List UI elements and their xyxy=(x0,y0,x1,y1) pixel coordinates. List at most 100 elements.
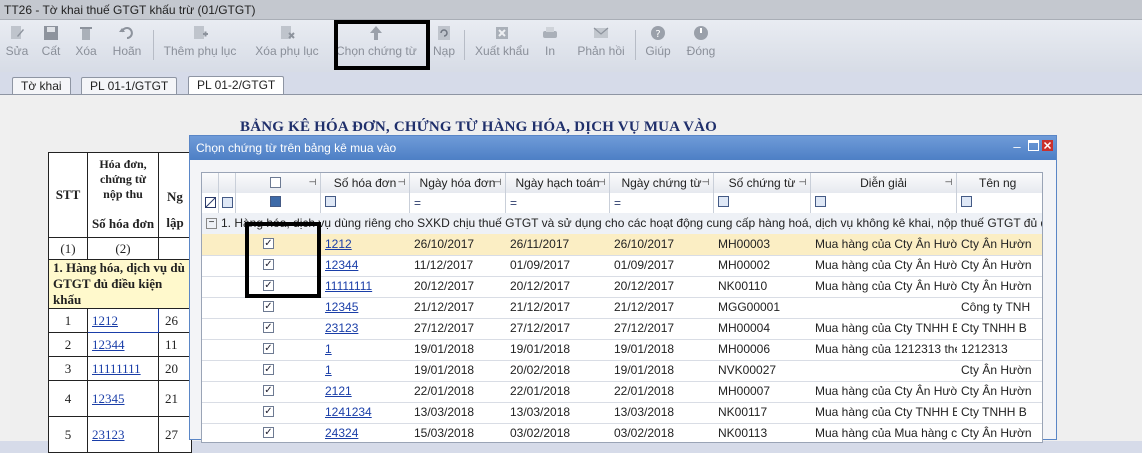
filter-cell[interactable] xyxy=(714,193,811,213)
row-invoice[interactable]: 23123 xyxy=(87,416,159,453)
save-button[interactable]: Cất xyxy=(38,22,64,66)
cell-invoice-date: 22/01/2018 xyxy=(410,381,506,402)
cell-invoice-no-text[interactable]: 1 xyxy=(325,342,332,356)
filter-cell[interactable] xyxy=(219,193,236,213)
tab-to-khai[interactable]: Tờ khai xyxy=(12,77,71,94)
undo-button[interactable]: Hoãn xyxy=(110,22,144,66)
cell-invoice-no[interactable]: 1241234 xyxy=(321,402,410,423)
table-row[interactable]: ✓ 24324 15/03/2018 03/02/2018 03/02/2018 NK00… xyxy=(202,423,1042,442)
table-row[interactable]: ✓ 2121 22/01/2018 22/01/2018 22/01/2018 MH000… xyxy=(202,381,1042,403)
filter-cell[interactable]: = xyxy=(610,193,714,213)
pin-icon[interactable]: ⊣ xyxy=(701,178,710,187)
table-row[interactable]: ✓ 1241234 13/03/2018 13/03/2018 13/03/2018 NK… xyxy=(202,402,1042,424)
cell-invoice-no[interactable]: 2121 xyxy=(321,381,410,402)
col-document-no[interactable]: Số chứng từ ⊣ xyxy=(714,173,811,193)
pin-icon[interactable]: ⊣ xyxy=(397,178,406,187)
close-icon[interactable] xyxy=(1040,140,1054,154)
table-row[interactable]: ✓ 12344 11/12/2017 01/09/2017 01/09/2017 MH00… xyxy=(202,255,1042,277)
cell-invoice-no-text[interactable]: 1212 xyxy=(325,237,352,251)
row-checkbox[interactable]: ✓ xyxy=(263,301,274,312)
row-invoice[interactable]: 11111111 xyxy=(87,356,159,381)
cell-name: Công ty TNH xyxy=(957,297,1042,318)
index-cell xyxy=(158,237,192,260)
cell-invoice-no-text[interactable]: 1 xyxy=(325,363,332,377)
table-row[interactable]: ✓ 1212 26/10/2017 26/11/2017 26/10/2017 MH000… xyxy=(202,234,1042,256)
collapse-icon[interactable]: − xyxy=(206,218,217,230)
remove-appendix-button[interactable]: Xóa phụ lục xyxy=(254,22,320,66)
row-checkbox[interactable]: ✓ xyxy=(263,406,274,417)
minimize-icon[interactable]: – xyxy=(1010,140,1024,154)
filter-cell[interactable] xyxy=(321,193,410,213)
close-button[interactable]: Đóng xyxy=(685,22,717,66)
row-checkbox[interactable]: ✓ xyxy=(263,385,274,396)
cell-invoice-no-text[interactable]: 2121 xyxy=(325,384,352,398)
group-row[interactable]: −1. Hàng hóa, dịch vụ dùng riêng cho SXK… xyxy=(202,213,1042,235)
cell-description: Mua hàng của Cty Ân Hườn xyxy=(811,234,957,255)
row-invoice[interactable]: 1212 xyxy=(87,308,159,333)
cell-description-text: Mua hàng của Cty TNHH B xyxy=(815,405,957,419)
delete-button[interactable]: Xóa xyxy=(73,22,99,66)
col-invoice-no[interactable]: Số hóa đơn ⊣ xyxy=(321,173,410,193)
col-description[interactable]: Diễn giải ⊣ xyxy=(811,173,957,193)
print-button[interactable]: In xyxy=(540,22,560,66)
filter-cell[interactable] xyxy=(811,193,957,213)
filter-cell[interactable]: = xyxy=(506,193,610,213)
report-table: STT Hóa đơn, chứng từ nộp thu Số hóa đơn … xyxy=(48,152,192,453)
select-all-checkbox[interactable] xyxy=(270,177,281,188)
table-row[interactable]: ✓ 1 19/01/2018 19/01/2018 19/01/2018 MH00006 M… xyxy=(202,339,1042,361)
cell-invoice-no-text[interactable]: 1241234 xyxy=(325,405,372,419)
cell-document-no: MH00006 xyxy=(714,339,811,360)
feedback-button[interactable]: Phản hồi xyxy=(575,22,627,66)
pin-icon[interactable]: ⊣ xyxy=(944,178,953,187)
row-checkbox[interactable]: ✓ xyxy=(263,322,274,333)
cell-invoice-no-text[interactable]: 23123 xyxy=(325,321,358,335)
filter-cell[interactable]: = xyxy=(410,193,506,213)
export-button[interactable]: Xuất khẩu xyxy=(473,22,531,66)
pin-icon[interactable]: ⊣ xyxy=(493,178,502,187)
col-select-all[interactable]: ⊣ xyxy=(236,173,321,193)
filter-cell[interactable] xyxy=(236,193,321,213)
col-accounting-date[interactable]: Ngày hạch toán ⊣ xyxy=(506,173,610,193)
cell-invoice-no[interactable]: 12344 xyxy=(321,255,410,276)
load-button[interactable]: Nạp xyxy=(433,22,455,66)
col-invoice-date[interactable]: Ngày hóa đơn ⊣ xyxy=(410,173,506,193)
col-stt-header: STT xyxy=(48,152,88,238)
cell-description-text: Mua hàng của Mua hàng củ xyxy=(815,426,957,440)
row-checkbox[interactable]: ✓ xyxy=(263,343,274,354)
row-invoice[interactable]: 12345 xyxy=(87,380,159,417)
table-row[interactable]: ✓ 23123 27/12/2017 27/12/2017 27/12/2017 MH00… xyxy=(202,318,1042,340)
cell-invoice-no[interactable]: 24324 xyxy=(321,423,410,442)
cell-invoice-no-text[interactable]: 24324 xyxy=(325,426,358,440)
row-invoice[interactable]: 12344 xyxy=(87,332,159,357)
cell-document-date-text: 20/12/2017 xyxy=(614,279,675,293)
pin-icon[interactable]: ⊣ xyxy=(798,178,807,187)
edit-button[interactable]: Sửa xyxy=(4,22,30,66)
cell-invoice-no[interactable]: 1 xyxy=(321,339,410,360)
pin-icon[interactable]: ⊣ xyxy=(308,178,317,187)
cell-invoice-no[interactable]: 23123 xyxy=(321,318,410,339)
tab-pl-01-1[interactable]: PL 01-1/GTGT xyxy=(81,77,178,94)
add-appendix-button[interactable]: Thêm phụ lục xyxy=(163,22,237,66)
filter-cell[interactable] xyxy=(957,193,1042,213)
help-button[interactable]: ? Giúp xyxy=(644,22,672,66)
cell-invoice-no-text[interactable]: 11111111 xyxy=(325,279,372,293)
pin-icon[interactable]: ⊣ xyxy=(597,178,606,187)
row-checkbox[interactable]: ✓ xyxy=(263,364,274,375)
cell-invoice-no-text[interactable]: 12344 xyxy=(325,258,358,272)
cell-invoice-no[interactable]: 1212 xyxy=(321,234,410,255)
filter-clear-icon[interactable] xyxy=(202,193,219,213)
row-checkbox[interactable]: ✓ xyxy=(263,427,274,438)
table-row[interactable]: ✓ 1 19/01/2018 20/02/2018 19/01/2018 NVK00027… xyxy=(202,360,1042,382)
cell-document-date: 21/12/2017 xyxy=(610,297,714,318)
tab-pl-01-2[interactable]: PL 01-2/GTGT xyxy=(188,76,285,95)
col-name[interactable]: Tên ng xyxy=(957,173,1042,193)
maximize-icon[interactable] xyxy=(1026,140,1040,154)
cell-invoice-no[interactable]: 1 xyxy=(321,360,410,381)
cell-invoice-no-text[interactable]: 12345 xyxy=(325,300,358,314)
cell-invoice-no[interactable]: 11111111 xyxy=(321,276,410,297)
cell-invoice-no[interactable]: 12345 xyxy=(321,297,410,318)
table-row[interactable]: ✓ 12345 21/12/2017 21/12/2017 21/12/2017 MGG0… xyxy=(202,297,1042,319)
table-row[interactable]: ✓ 11111111 20/12/2017 20/12/2017 20/12/2017 N… xyxy=(202,276,1042,298)
col-document-date[interactable]: Ngày chứng từ ⊣ xyxy=(610,173,714,193)
filter-checkbox xyxy=(325,196,336,207)
